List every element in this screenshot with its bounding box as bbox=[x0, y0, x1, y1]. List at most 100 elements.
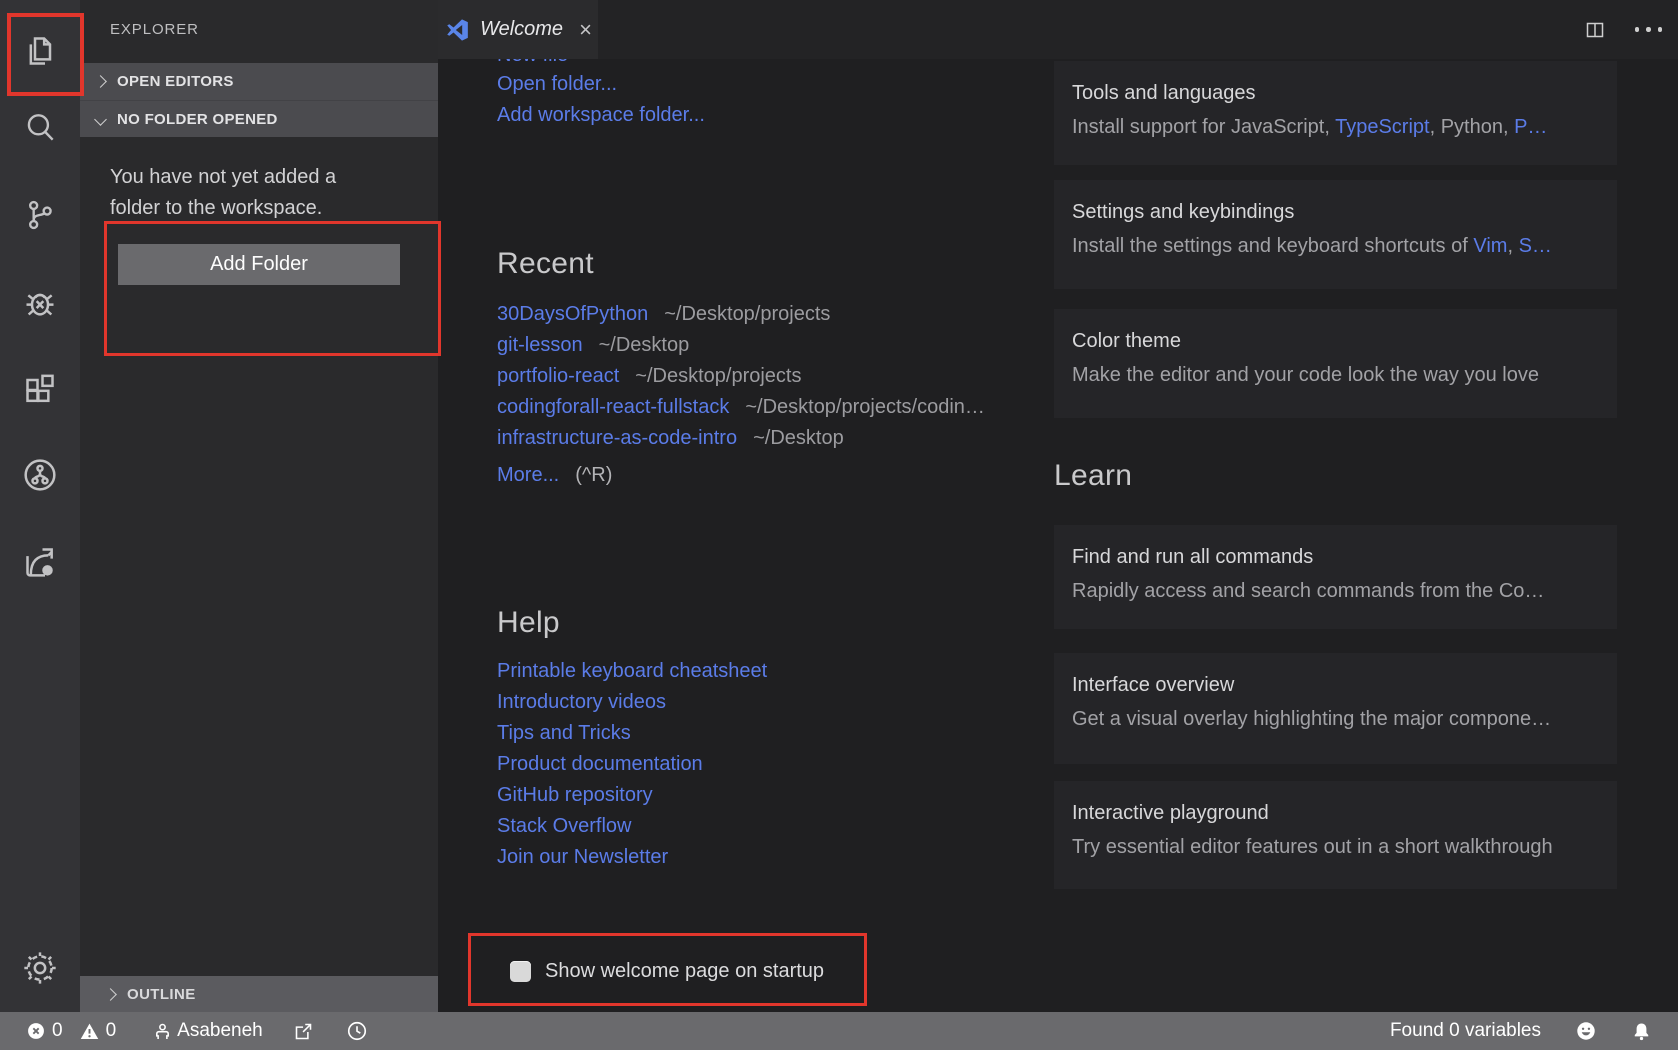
welcome-card[interactable]: Interactive playgroundTry essential edit… bbox=[1054, 781, 1617, 889]
help-link[interactable]: Join our Newsletter bbox=[497, 846, 668, 869]
card-text: Install the settings and keyboard shortc… bbox=[1072, 235, 1473, 257]
feedback-smiley-icon[interactable] bbox=[1575, 1020, 1597, 1042]
help-link[interactable]: Stack Overflow bbox=[497, 815, 631, 838]
more-link[interactable]: More... bbox=[497, 464, 559, 487]
tab-close-icon[interactable]: × bbox=[579, 19, 592, 41]
found-variables-text: Found 0 variables bbox=[1390, 1020, 1541, 1042]
clock-icon bbox=[346, 1020, 368, 1042]
gear-icon[interactable] bbox=[0, 946, 80, 990]
account-item[interactable]: Asabeneh bbox=[152, 1020, 263, 1042]
source-control-icon[interactable] bbox=[0, 193, 80, 237]
help-link[interactable]: Tips and Tricks bbox=[497, 722, 631, 745]
vscode-window: EXPLORER OPEN EDITORS NO FOLDER OPENED Y… bbox=[0, 0, 1678, 1050]
help-link-row: Product documentation bbox=[497, 749, 767, 780]
recent-list: 30DaysOfPython~/Desktop/projectsgit-less… bbox=[497, 299, 985, 454]
split-editor-icon[interactable] bbox=[1583, 18, 1607, 42]
show-welcome-label: Show welcome page on startup bbox=[545, 960, 824, 983]
recent-project-row: git-lesson ~/Desktop bbox=[497, 330, 985, 361]
debug-icon[interactable] bbox=[0, 281, 80, 325]
recent-project-link[interactable]: git-lesson bbox=[497, 334, 583, 357]
message-line: folder to the workspace. bbox=[110, 193, 336, 224]
section-label: NO FOLDER OPENED bbox=[117, 111, 278, 128]
recent-project-path: ~/Desktop/projects bbox=[635, 365, 801, 388]
add-folder-button[interactable]: Add Folder bbox=[118, 244, 400, 285]
error-indicator[interactable]: 0 bbox=[26, 1020, 63, 1042]
section-label: OUTLINE bbox=[127, 986, 196, 1003]
status-bar: 0 0 Asabeneh bbox=[0, 1012, 1678, 1050]
clock-item[interactable] bbox=[346, 1020, 368, 1042]
recent-project-link[interactable]: codingforall-react-fullstack bbox=[497, 396, 729, 419]
show-welcome-checkbox[interactable] bbox=[510, 961, 531, 982]
section-label: OPEN EDITORS bbox=[117, 73, 234, 90]
new-file-link[interactable]: New file bbox=[497, 59, 568, 67]
help-heading: Help bbox=[497, 606, 560, 640]
recent-project-link[interactable]: portfolio-react bbox=[497, 365, 619, 388]
card-text: Install support for JavaScript, bbox=[1072, 116, 1335, 138]
welcome-card[interactable]: Find and run all commands Rapidly access … bbox=[1054, 525, 1617, 629]
card-inline-link[interactable]: S… bbox=[1519, 235, 1552, 257]
open-folder-link[interactable]: Open folder... bbox=[497, 73, 617, 95]
account-name: Asabeneh bbox=[177, 1020, 263, 1042]
files-icon[interactable] bbox=[0, 29, 80, 73]
section-outline[interactable]: OUTLINE bbox=[80, 976, 438, 1012]
recent-project-row: infrastructure-as-code-intro ~/Desktop bbox=[497, 423, 985, 454]
card-text: Try essential editor features out in a s… bbox=[1072, 836, 1553, 858]
live-share-icon bbox=[293, 1021, 314, 1042]
explorer-sidebar: EXPLORER OPEN EDITORS NO FOLDER OPENED Y… bbox=[80, 0, 438, 1012]
person-icon bbox=[152, 1021, 173, 1042]
warning-icon bbox=[79, 1021, 100, 1042]
card-title: Color theme bbox=[1072, 330, 1617, 353]
welcome-card[interactable]: Color theme Make the editor and your code… bbox=[1054, 309, 1617, 418]
card-inline-link[interactable]: TypeScript bbox=[1335, 116, 1429, 138]
new-file-link-clipped[interactable]: New file bbox=[497, 59, 568, 68]
help-link-row: Introductory videos bbox=[497, 687, 767, 718]
card-description: Install support for JavaScript, TypeScri… bbox=[1072, 116, 1617, 139]
add-workspace-folder-link[interactable]: Add workspace folder... bbox=[497, 104, 705, 126]
notifications-bell-icon[interactable] bbox=[1631, 1021, 1652, 1042]
card-text: Make the editor and your code look the w… bbox=[1072, 364, 1539, 386]
tab-bar: Welcome × bbox=[438, 0, 1678, 59]
git-graph-icon[interactable] bbox=[0, 453, 80, 497]
warning-indicator[interactable]: 0 bbox=[79, 1020, 117, 1042]
card-title: Find and run all commands bbox=[1072, 546, 1617, 569]
welcome-card[interactable]: Interface overview Get a visual overlay h… bbox=[1054, 653, 1617, 764]
recent-project-path: ~/Desktop bbox=[599, 334, 690, 357]
card-title: Interface overview bbox=[1072, 674, 1617, 697]
recent-project-path: ~/Desktop bbox=[753, 427, 844, 450]
search-icon[interactable] bbox=[0, 106, 80, 150]
card-inline-link[interactable]: P… bbox=[1514, 116, 1547, 138]
recent-project-path: ~/Desktop/projects/codin… bbox=[745, 396, 985, 419]
more-actions-icon[interactable] bbox=[1635, 27, 1663, 32]
error-icon bbox=[26, 1021, 46, 1041]
help-link[interactable]: Printable keyboard cheatsheet bbox=[497, 660, 767, 683]
extensions-icon[interactable] bbox=[0, 368, 80, 412]
help-link[interactable]: Introductory videos bbox=[497, 691, 666, 714]
live-share-item[interactable] bbox=[293, 1021, 314, 1042]
card-inline-link[interactable]: Vim bbox=[1473, 235, 1507, 257]
recent-project-row: 30DaysOfPython~/Desktop/projects bbox=[497, 299, 985, 330]
learn-heading: Learn bbox=[1054, 459, 1132, 493]
help-link[interactable]: GitHub repository bbox=[497, 784, 653, 807]
recent-more-row: More... (^R) bbox=[497, 460, 612, 491]
recent-project-link[interactable]: 30DaysOfPython bbox=[497, 303, 648, 326]
recent-project-link[interactable]: infrastructure-as-code-intro bbox=[497, 427, 737, 450]
card-description: Get a visual overlay highlighting the ma… bbox=[1072, 708, 1617, 731]
more-shortcut-hint: (^R) bbox=[575, 464, 612, 487]
tab-title: Welcome bbox=[480, 18, 563, 41]
section-no-folder-opened[interactable]: NO FOLDER OPENED bbox=[80, 100, 438, 137]
help-link[interactable]: Product documentation bbox=[497, 753, 703, 776]
welcome-card[interactable]: Settings and keybindings Install the sett… bbox=[1054, 180, 1617, 289]
section-open-editors[interactable]: OPEN EDITORS bbox=[80, 63, 438, 100]
live-share-icon[interactable] bbox=[0, 540, 80, 584]
tab-welcome[interactable]: Welcome × bbox=[438, 0, 598, 59]
help-link-row: Stack Overflow bbox=[497, 811, 767, 842]
welcome-card[interactable]: Tools and languagesInstall support for J… bbox=[1054, 61, 1617, 165]
card-title: Settings and keybindings bbox=[1072, 201, 1617, 224]
card-description: Install the settings and keyboard shortc… bbox=[1072, 235, 1617, 258]
card-description: Rapidly access and search commands from … bbox=[1072, 580, 1617, 603]
chevron-right-icon bbox=[94, 75, 107, 88]
recent-project-row: codingforall-react-fullstack ~/Desktop/pr… bbox=[497, 392, 985, 423]
card-text: Get a visual overlay highlighting the ma… bbox=[1072, 708, 1551, 730]
card-description: Try essential editor features out in a s… bbox=[1072, 836, 1617, 859]
card-description: Make the editor and your code look the w… bbox=[1072, 364, 1617, 387]
